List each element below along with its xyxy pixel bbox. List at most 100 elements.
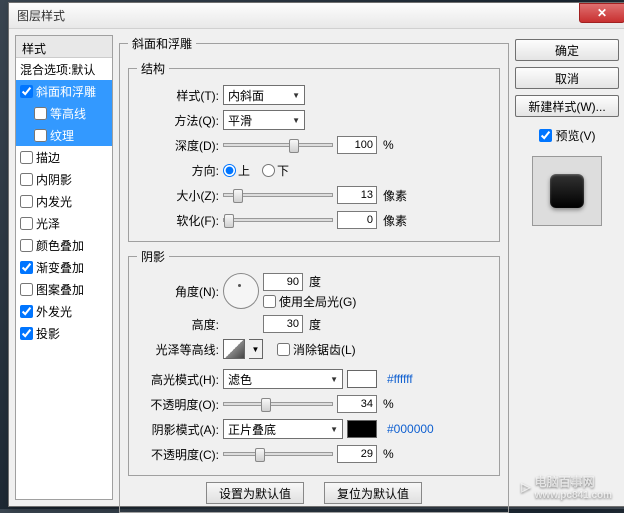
style-item-checkbox[interactable] bbox=[20, 305, 33, 318]
titlebar[interactable]: 图层样式 ✕ bbox=[9, 3, 624, 29]
highlight-color-swatch[interactable] bbox=[347, 370, 377, 388]
direction-down-radio[interactable]: 下 bbox=[262, 162, 289, 179]
style-item-8[interactable]: 颜色叠加 bbox=[16, 234, 112, 256]
style-item-0[interactable]: 混合选项:默认 bbox=[16, 58, 112, 80]
highlight-opacity-unit: % bbox=[383, 397, 394, 411]
style-item-1[interactable]: 斜面和浮雕 bbox=[16, 80, 112, 102]
shading-group: 阴影 角度(N): 度 使用全局光(G) bbox=[128, 248, 500, 476]
new-style-button[interactable]: 新建样式(W)... bbox=[515, 95, 619, 117]
shadow-opacity-thumb[interactable] bbox=[255, 448, 265, 462]
altitude-unit: 度 bbox=[309, 316, 321, 333]
close-button[interactable]: ✕ bbox=[579, 3, 624, 23]
style-item-label: 光泽 bbox=[36, 215, 60, 232]
style-label: 样式(T): bbox=[137, 87, 219, 104]
ok-button[interactable]: 确定 bbox=[515, 39, 619, 61]
style-item-checkbox[interactable] bbox=[20, 261, 33, 274]
style-item-checkbox[interactable] bbox=[34, 107, 47, 120]
style-item-12[interactable]: 投影 bbox=[16, 322, 112, 344]
soften-input[interactable] bbox=[337, 211, 377, 229]
style-item-3[interactable]: 纹理 bbox=[16, 124, 112, 146]
direction-up-radio[interactable]: 上 bbox=[223, 162, 250, 179]
set-default-button[interactable]: 设置为默认值 bbox=[206, 482, 304, 504]
style-item-10[interactable]: 图案叠加 bbox=[16, 278, 112, 300]
highlight-hex: #ffffff bbox=[387, 372, 413, 386]
global-light-checkbox[interactable]: 使用全局光(G) bbox=[263, 293, 356, 310]
soften-unit: 像素 bbox=[383, 212, 407, 229]
method-label: 方法(Q): bbox=[137, 112, 219, 129]
angle-dial[interactable] bbox=[223, 273, 259, 309]
style-item-label: 斜面和浮雕 bbox=[36, 83, 96, 100]
depth-input[interactable] bbox=[337, 136, 377, 154]
size-slider[interactable] bbox=[223, 193, 333, 197]
highlight-opacity-input[interactable] bbox=[337, 395, 377, 413]
style-item-11[interactable]: 外发光 bbox=[16, 300, 112, 322]
style-item-checkbox[interactable] bbox=[20, 283, 33, 296]
soften-slider[interactable] bbox=[223, 218, 333, 222]
angle-label: 角度(N): bbox=[137, 283, 219, 300]
preview-icon bbox=[550, 174, 584, 208]
style-item-label: 内阴影 bbox=[36, 171, 72, 188]
size-unit: 像素 bbox=[383, 187, 407, 204]
style-item-5[interactable]: 内阴影 bbox=[16, 168, 112, 190]
depth-slider[interactable] bbox=[223, 143, 333, 147]
style-combo[interactable]: 内斜面 bbox=[223, 85, 305, 105]
cancel-button[interactable]: 取消 bbox=[515, 67, 619, 89]
shadow-opacity-unit: % bbox=[383, 447, 394, 461]
depth-thumb[interactable] bbox=[289, 139, 299, 153]
layer-style-dialog: 图层样式 ✕ 样式 混合选项:默认斜面和浮雕等高线纹理描边内阴影内发光光泽颜色叠… bbox=[8, 2, 624, 507]
highlight-mode-combo[interactable]: 滤色 bbox=[223, 369, 343, 389]
antialias-checkbox[interactable]: 消除锯齿(L) bbox=[277, 341, 356, 358]
style-item-checkbox[interactable] bbox=[20, 85, 33, 98]
shadow-opacity-input[interactable] bbox=[337, 445, 377, 463]
reset-default-button[interactable]: 复位为默认值 bbox=[324, 482, 422, 504]
preview-checkbox[interactable]: 预览(V) bbox=[515, 127, 619, 144]
method-combo[interactable]: 平滑 bbox=[223, 110, 305, 130]
shadow-opacity-slider[interactable] bbox=[223, 452, 333, 456]
style-item-checkbox[interactable] bbox=[20, 217, 33, 230]
style-item-checkbox[interactable] bbox=[20, 173, 33, 186]
style-item-checkbox[interactable] bbox=[34, 129, 47, 142]
style-item-label: 渐变叠加 bbox=[36, 259, 84, 276]
styles-list-panel: 样式 混合选项:默认斜面和浮雕等高线纹理描边内阴影内发光光泽颜色叠加渐变叠加图案… bbox=[15, 35, 113, 500]
style-item-2[interactable]: 等高线 bbox=[16, 102, 112, 124]
style-item-6[interactable]: 内发光 bbox=[16, 190, 112, 212]
style-item-checkbox[interactable] bbox=[20, 327, 33, 340]
altitude-input[interactable] bbox=[263, 315, 303, 333]
style-item-checkbox[interactable] bbox=[20, 151, 33, 164]
shadow-opacity-label: 不透明度(C): bbox=[137, 446, 219, 463]
shadow-hex: #000000 bbox=[387, 422, 434, 436]
gloss-label: 光泽等高线: bbox=[137, 341, 219, 358]
style-item-label: 描边 bbox=[36, 149, 60, 166]
dialog-title: 图层样式 bbox=[17, 7, 65, 24]
styles-list-header: 样式 bbox=[16, 36, 112, 58]
soften-label: 软化(F): bbox=[137, 212, 219, 229]
style-item-4[interactable]: 描边 bbox=[16, 146, 112, 168]
style-item-7[interactable]: 光泽 bbox=[16, 212, 112, 234]
style-item-label: 图案叠加 bbox=[36, 281, 84, 298]
style-item-checkbox[interactable] bbox=[20, 195, 33, 208]
size-input[interactable] bbox=[337, 186, 377, 204]
right-panel: 确定 取消 新建样式(W)... 预览(V) bbox=[515, 35, 619, 500]
style-item-label: 等高线 bbox=[50, 105, 86, 122]
soften-thumb[interactable] bbox=[224, 214, 234, 228]
gloss-contour-arrow[interactable]: ▼ bbox=[249, 339, 263, 359]
style-item-label: 内发光 bbox=[36, 193, 72, 210]
style-item-9[interactable]: 渐变叠加 bbox=[16, 256, 112, 278]
shadow-color-swatch[interactable] bbox=[347, 420, 377, 438]
angle-input[interactable] bbox=[263, 273, 303, 291]
highlight-opacity-slider[interactable] bbox=[223, 402, 333, 406]
style-item-label: 外发光 bbox=[36, 303, 72, 320]
style-item-label: 纹理 bbox=[50, 127, 74, 144]
gloss-contour-picker[interactable] bbox=[223, 339, 245, 359]
shadow-mode-label: 阴影模式(A): bbox=[137, 421, 219, 438]
style-item-label: 颜色叠加 bbox=[36, 237, 84, 254]
size-label: 大小(Z): bbox=[137, 187, 219, 204]
settings-panel: 斜面和浮雕 结构 样式(T): 内斜面 方法(Q): 平滑 深度(D): bbox=[119, 35, 509, 500]
highlight-opacity-label: 不透明度(O): bbox=[137, 396, 219, 413]
size-thumb[interactable] bbox=[233, 189, 243, 203]
shadow-mode-combo[interactable]: 正片叠底 bbox=[223, 419, 343, 439]
preview-box bbox=[532, 156, 602, 226]
style-item-checkbox[interactable] bbox=[20, 239, 33, 252]
depth-unit: % bbox=[383, 138, 394, 152]
highlight-opacity-thumb[interactable] bbox=[261, 398, 271, 412]
